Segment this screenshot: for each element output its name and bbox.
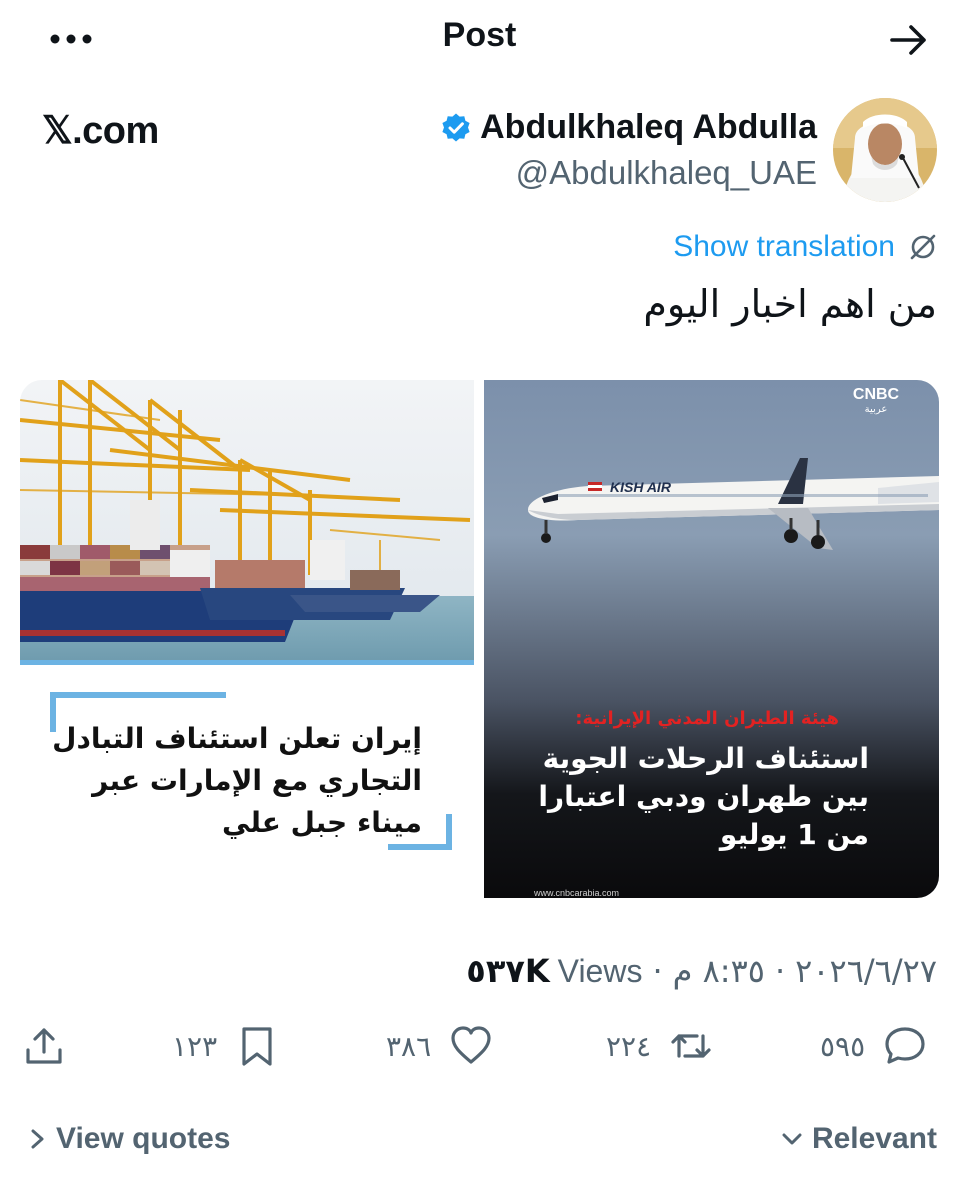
repost-button[interactable]: ٢٢٤ bbox=[606, 1024, 713, 1068]
bookmark-count: ١٢٣ bbox=[172, 1029, 218, 1063]
author-block: Abdulkhaleq Abdulla @Abdulkhaleq_UAE bbox=[377, 96, 937, 206]
author-name-row: Abdulkhaleq Abdulla bbox=[440, 108, 817, 147]
media-source-url: www.cnbcarabia.com bbox=[534, 888, 620, 898]
show-translation-label: Show translation bbox=[673, 230, 895, 263]
post-time: ٨:٣٥ م bbox=[672, 952, 765, 990]
share-button[interactable] bbox=[22, 1024, 66, 1068]
like-count: ٣٨٦ bbox=[386, 1029, 432, 1063]
cnbc-logo-text: CNBC bbox=[852, 386, 900, 403]
share-icon bbox=[26, 1028, 62, 1064]
bookmark-icon bbox=[242, 1027, 272, 1066]
views-count: ٥٣٧K bbox=[466, 952, 550, 990]
sort-relevant-button[interactable]: Relevant bbox=[780, 1122, 937, 1156]
view-quotes-label: View quotes bbox=[56, 1122, 231, 1155]
globe-slash-icon bbox=[910, 234, 936, 260]
verified-badge-icon bbox=[442, 113, 470, 141]
post-text: من اهم اخبار اليوم bbox=[643, 282, 937, 326]
post-date: ٢٠٢٦/٦/٢٧ bbox=[795, 952, 937, 990]
comment-icon bbox=[885, 1027, 925, 1064]
avatar[interactable] bbox=[833, 98, 937, 202]
avatar-photo bbox=[833, 98, 937, 202]
port-photo bbox=[20, 380, 474, 665]
cnbc-logo: CNBC عربية bbox=[849, 386, 903, 415]
media-left-caption: إيران تعلن استئناف التبادل التجاري مع ال… bbox=[52, 722, 422, 839]
views-label: Views bbox=[557, 953, 643, 989]
post-meta: ٢٠٢٦/٦/٢٧ · ٨:٣٥ م · ٥٣٧K Views bbox=[466, 952, 937, 990]
reply-button[interactable]: ٥٩٥ bbox=[820, 1024, 927, 1068]
views[interactable]: ٥٣٧K Views bbox=[466, 952, 642, 990]
view-quotes-button[interactable]: View quotes bbox=[28, 1122, 231, 1156]
author-name[interactable]: Abdulkhaleq Abdulla bbox=[480, 108, 817, 147]
media-right-caption: استئناف الرحلات الجوية بين طهران ودبي اع… bbox=[538, 742, 869, 851]
repost-icon bbox=[671, 1034, 711, 1058]
airplane-illustration: KISH AIR bbox=[528, 458, 939, 550]
reply-count: ٥٩٥ bbox=[820, 1029, 866, 1063]
arrow-right-icon bbox=[890, 25, 926, 55]
repost-count: ٢٢٤ bbox=[606, 1029, 652, 1063]
caption-bracket-bottom bbox=[388, 814, 452, 850]
airline-name: KISH AIR bbox=[610, 479, 672, 495]
media-image-airplane[interactable]: CNBC عربية KISH AIR هيئة الطيران المدني … bbox=[484, 380, 939, 898]
chevron-down-icon bbox=[782, 1133, 802, 1145]
bookmark-button[interactable]: ١٢٣ bbox=[172, 1024, 279, 1068]
author-handle[interactable]: @Abdulkhaleq_UAE bbox=[516, 154, 817, 192]
page-title: Post bbox=[442, 16, 517, 54]
post-media: إيران تعلن استئناف التبادل التجاري مع ال… bbox=[20, 380, 939, 898]
cnbc-logo-sub: عربية bbox=[864, 404, 888, 415]
heart-icon bbox=[451, 1026, 491, 1064]
like-button[interactable]: ٣٨٦ bbox=[386, 1024, 493, 1068]
meta-separator: · bbox=[774, 952, 786, 990]
action-bar: ١٢٣ ٣٨٦ ٢٢٤ ٥٩٥ bbox=[0, 1024, 959, 1080]
sort-relevant-label: Relevant bbox=[811, 1122, 937, 1155]
show-translation-button[interactable]: Show translation bbox=[673, 230, 937, 264]
forward-button[interactable] bbox=[889, 20, 929, 60]
top-bar: Post bbox=[0, 0, 959, 80]
chevron-right-icon bbox=[31, 1129, 44, 1149]
media-image-port[interactable]: إيران تعلن استئناف التبادل التجاري مع ال… bbox=[20, 380, 474, 898]
meta-separator: · bbox=[652, 952, 663, 990]
brand-watermark: 𝕏.com bbox=[42, 110, 159, 152]
post-footer: View quotes Relevant bbox=[0, 1118, 959, 1168]
media-right-kicker: هيئة الطيران المدني الإيرانية: bbox=[575, 708, 839, 729]
